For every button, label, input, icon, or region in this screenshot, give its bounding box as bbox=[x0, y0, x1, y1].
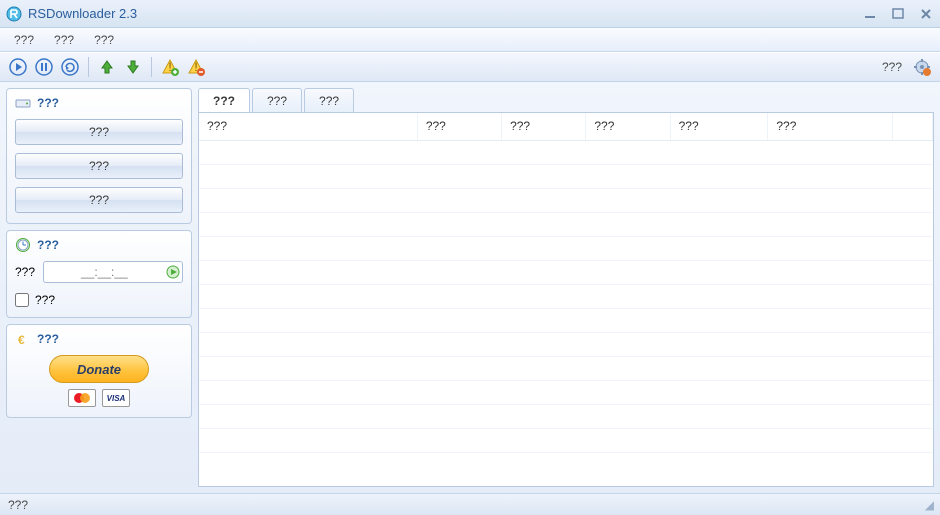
move-down-button[interactable] bbox=[123, 57, 143, 77]
main-area: ??? ??? ??? ??? ??? ??? ??? bbox=[0, 82, 940, 493]
table-row bbox=[199, 429, 933, 453]
warning-add-button[interactable]: ! bbox=[160, 57, 180, 77]
tab-0[interactable]: ??? bbox=[198, 88, 250, 112]
menu-item-2[interactable]: ??? bbox=[94, 33, 114, 47]
menu-item-0[interactable]: ??? bbox=[14, 33, 34, 47]
download-table: ??? ??? ??? ??? ??? ??? bbox=[198, 112, 934, 487]
sidebar-panel-2: ??? ??? ??? bbox=[6, 230, 192, 318]
column-3[interactable]: ??? bbox=[586, 113, 670, 140]
pause-button[interactable] bbox=[34, 57, 54, 77]
warning-remove-button[interactable]: ! bbox=[186, 57, 206, 77]
content-area: ??? ??? ??? ??? ??? ??? ??? ??? ??? bbox=[198, 88, 934, 487]
status-text: ??? bbox=[8, 498, 28, 512]
panel2-checkbox-row[interactable]: ??? bbox=[15, 293, 183, 307]
tab-2[interactable]: ??? bbox=[304, 88, 354, 112]
play-button[interactable] bbox=[8, 57, 28, 77]
menu-item-1[interactable]: ??? bbox=[54, 33, 74, 47]
sidebar: ??? ??? ??? ??? ??? ??? ??? bbox=[6, 88, 192, 487]
close-button[interactable] bbox=[918, 7, 934, 21]
panel1-button-0[interactable]: ??? bbox=[15, 119, 183, 145]
settings-button[interactable] bbox=[912, 57, 932, 77]
mastercard-icon bbox=[68, 389, 96, 407]
table-row bbox=[199, 165, 933, 189]
panel1-button-1[interactable]: ??? bbox=[15, 153, 183, 179]
column-6[interactable] bbox=[893, 113, 933, 140]
time-apply-icon[interactable] bbox=[165, 262, 182, 282]
table-body[interactable] bbox=[199, 141, 933, 486]
toolbar-right-label: ??? bbox=[882, 60, 902, 74]
svg-text:€: € bbox=[18, 333, 25, 347]
sidebar-panel-1: ??? ??? ??? ??? bbox=[6, 88, 192, 224]
tab-bar: ??? ??? ??? bbox=[198, 88, 934, 112]
resize-grip[interactable]: ◢ bbox=[925, 498, 932, 512]
panel1-title: ??? bbox=[37, 96, 59, 110]
column-1[interactable]: ??? bbox=[418, 113, 502, 140]
tab-1[interactable]: ??? bbox=[252, 88, 302, 112]
table-row bbox=[199, 141, 933, 165]
column-2[interactable]: ??? bbox=[502, 113, 586, 140]
time-field[interactable] bbox=[43, 261, 183, 283]
column-0[interactable]: ??? bbox=[199, 113, 418, 140]
visa-icon: VISA bbox=[102, 389, 130, 407]
refresh-button[interactable] bbox=[60, 57, 80, 77]
table-header: ??? ??? ??? ??? ??? ??? bbox=[199, 113, 933, 141]
panel1-button-2[interactable]: ??? bbox=[15, 187, 183, 213]
window-title: RSDownloader 2.3 bbox=[28, 6, 862, 21]
table-row bbox=[199, 405, 933, 429]
toolbar: ! ! ??? bbox=[0, 52, 940, 82]
table-row bbox=[199, 261, 933, 285]
toolbar-separator-2 bbox=[151, 57, 152, 77]
table-row bbox=[199, 357, 933, 381]
titlebar: RSDownloader 2.3 bbox=[0, 0, 940, 28]
menubar: ??? ??? ??? bbox=[0, 28, 940, 52]
app-icon bbox=[6, 6, 22, 22]
table-row bbox=[199, 285, 933, 309]
maximize-button[interactable] bbox=[890, 7, 906, 21]
panel3-title: ??? bbox=[37, 332, 59, 346]
table-row bbox=[199, 189, 933, 213]
toolbar-separator bbox=[88, 57, 89, 77]
table-row bbox=[199, 237, 933, 261]
table-row bbox=[199, 333, 933, 357]
table-row bbox=[199, 381, 933, 405]
column-5[interactable]: ??? bbox=[768, 113, 893, 140]
donate-button[interactable]: Donate bbox=[49, 355, 149, 383]
sidebar-panel-3: € ??? Donate VISA bbox=[6, 324, 192, 418]
drive-icon bbox=[15, 95, 31, 111]
statusbar: ??? ◢ bbox=[0, 493, 940, 515]
time-input[interactable] bbox=[44, 265, 165, 279]
panel2-title: ??? bbox=[37, 238, 59, 252]
panel2-check-label: ??? bbox=[35, 293, 55, 307]
minimize-button[interactable] bbox=[862, 7, 878, 21]
table-row bbox=[199, 309, 933, 333]
clock-icon bbox=[15, 237, 31, 253]
move-up-button[interactable] bbox=[97, 57, 117, 77]
payment-cards: VISA bbox=[15, 389, 183, 407]
column-4[interactable]: ??? bbox=[671, 113, 769, 140]
panel2-checkbox[interactable] bbox=[15, 293, 29, 307]
time-label: ??? bbox=[15, 265, 35, 279]
table-row bbox=[199, 213, 933, 237]
euro-icon: € bbox=[15, 331, 31, 347]
